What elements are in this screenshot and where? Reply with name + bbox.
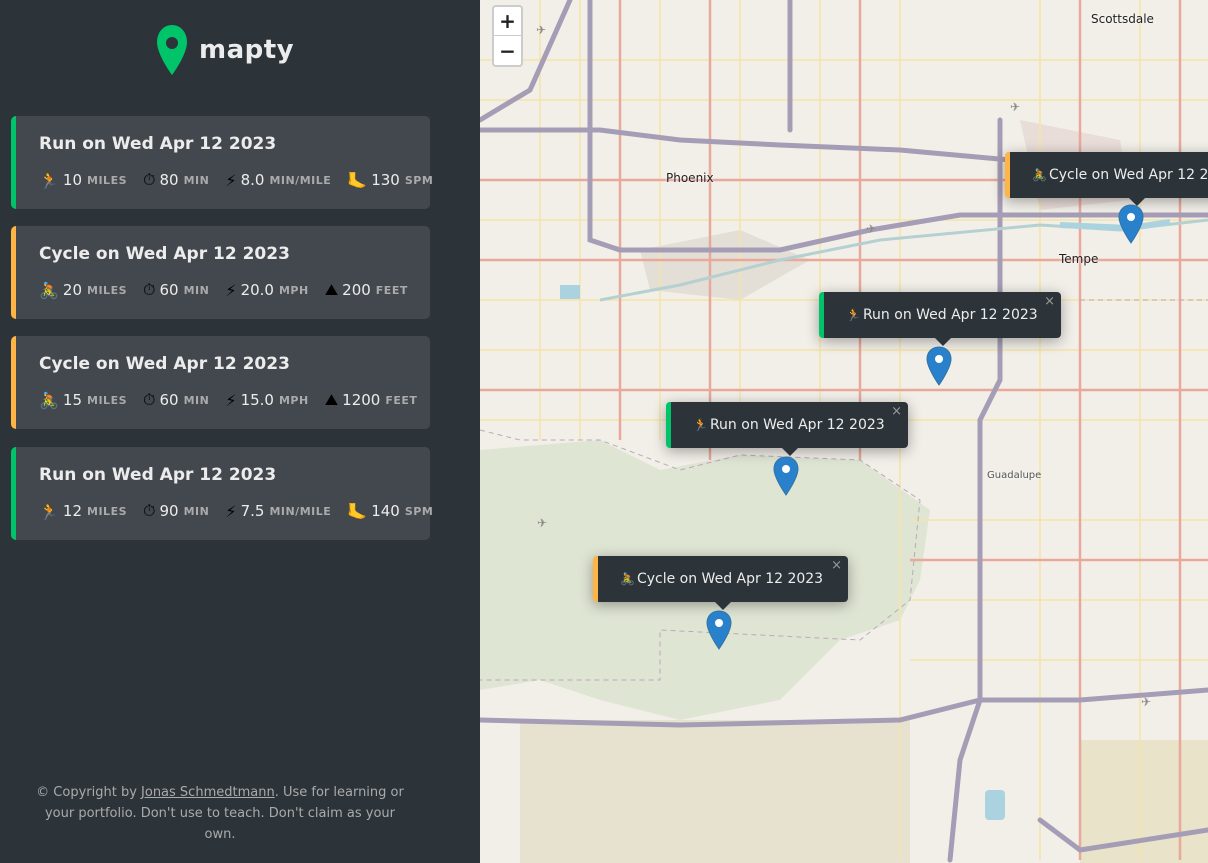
duration-value: 80 <box>159 171 179 189</box>
app-name: mapty <box>199 35 295 65</box>
distance-unit: MILES <box>87 393 128 407</box>
distance-value: 20 <box>62 281 83 299</box>
distance-unit: MILES <box>87 283 128 297</box>
runner-icon: 🏃 <box>693 418 708 432</box>
cyclist-icon: 🚴 <box>39 390 59 410</box>
map-marker-icon[interactable] <box>773 456 799 496</box>
close-popup-icon[interactable]: × <box>891 404 902 419</box>
cyclist-icon: 🚴 <box>620 572 635 586</box>
sidebar: mapty Run on Wed Apr 12 2023 🏃 10 MILES ⏱ 8… <box>0 0 480 863</box>
popup-tip <box>934 338 951 346</box>
lightning-icon: ⚡ <box>225 170 237 190</box>
svg-text:✈: ✈ <box>536 23 546 37</box>
logo: mapty <box>155 22 294 78</box>
lightning-icon: ⚡ <box>225 390 237 410</box>
workout-popup[interactable]: 🏃 Run on Wed Apr 12 2023 × <box>819 292 1061 346</box>
popup-tip <box>781 448 798 456</box>
elevation-unit: FEET <box>375 283 408 297</box>
speed-value: 20.0 <box>240 281 274 299</box>
distance-value: 12 <box>62 502 83 520</box>
workout-title: Cycle on Wed Apr 12 2023 <box>39 354 290 374</box>
workout-card[interactable]: Cycle on Wed Apr 12 2023 🚴 15 MILES ⏱ 60 MIN… <box>11 336 430 429</box>
runner-icon: 🏃 <box>39 501 59 521</box>
mountain-icon: ⛰ <box>324 390 339 409</box>
copyright: © Copyright by Jonas Schmedtmann. Use fo… <box>36 785 404 842</box>
place-label-tempe: Tempe <box>1059 252 1099 266</box>
duration-unit: MIN <box>183 173 210 187</box>
close-popup-icon[interactable]: × <box>831 558 842 573</box>
workout-title: Run on Wed Apr 12 2023 <box>39 465 277 485</box>
duration-unit: MIN <box>183 393 210 407</box>
lightning-icon: ⚡ <box>225 501 237 521</box>
speed-unit: MPH <box>278 393 309 407</box>
distance-value: 15 <box>62 391 83 409</box>
svg-text:✈: ✈ <box>1010 100 1020 114</box>
workout-popup[interactable]: 🏃 Run on Wed Apr 12 2023 × <box>666 402 908 456</box>
pace-value: 8.0 <box>240 171 265 189</box>
map-marker-icon[interactable] <box>926 346 952 386</box>
stopwatch-icon: ⏱ <box>143 280 156 299</box>
map-marker-icon[interactable] <box>706 610 732 650</box>
map[interactable]: ✈ ✈ ✈ ✈ ✈ + − Scottsdale Phoenix Tempe Gua… <box>480 0 1208 863</box>
workout-title: Cycle on Wed Apr 12 2023 <box>39 244 290 264</box>
lightning-icon: ⚡ <box>225 280 237 300</box>
elevation-value: 1200 <box>342 391 381 409</box>
author-link[interactable]: Jonas Schmedtmann <box>141 785 275 800</box>
workout-title: Run on Wed Apr 12 2023 <box>39 134 277 154</box>
stopwatch-icon: ⏱ <box>143 501 156 520</box>
popup-label: Cycle on Wed Apr 12 2023 <box>1048 167 1208 183</box>
svg-text:✈: ✈ <box>1141 695 1151 709</box>
popup-label: Run on Wed Apr 12 2023 <box>709 417 885 433</box>
zoom-in-button[interactable]: + <box>494 7 521 36</box>
runner-icon: 🏃 <box>846 308 861 322</box>
pace-unit: MIN/MILE <box>269 504 332 518</box>
runner-icon: 🏃 <box>39 170 59 190</box>
duration-unit: MIN <box>183 504 210 518</box>
zoom-out-button[interactable]: − <box>494 36 521 65</box>
popup-label: Cycle on Wed Apr 12 2023 <box>636 571 824 587</box>
distance-unit: MILES <box>87 504 128 518</box>
foot-icon: 🦶 <box>347 501 368 521</box>
workout-card[interactable]: Cycle on Wed Apr 12 2023 🚴 20 MILES ⏱ 60 MIN… <box>11 226 430 319</box>
duration-unit: MIN <box>183 283 210 297</box>
zoom-control: + − <box>492 5 523 67</box>
place-label-guadalupe: Guadalupe <box>987 470 1042 481</box>
svg-text:✈: ✈ <box>537 516 547 530</box>
pace-value: 7.5 <box>240 502 265 520</box>
distance-unit: MILES <box>87 173 128 187</box>
cadence-value: 130 <box>371 171 400 189</box>
map-marker-icon[interactable] <box>1118 204 1144 244</box>
popup-tip <box>715 602 731 610</box>
distance-value: 10 <box>62 171 83 189</box>
mountain-icon: ⛰ <box>324 280 339 299</box>
stopwatch-icon: ⏱ <box>143 170 156 189</box>
elevation-unit: FEET <box>385 393 418 407</box>
elevation-value: 200 <box>342 281 371 299</box>
pace-unit: MIN/MILE <box>269 173 332 187</box>
duration-value: 60 <box>159 391 179 409</box>
popup-label: Run on Wed Apr 12 2023 <box>862 307 1038 323</box>
place-label-phoenix: Phoenix <box>666 171 714 185</box>
cyclist-icon: 🚴 <box>1032 168 1047 182</box>
stopwatch-icon: ⏱ <box>143 390 156 409</box>
workout-card[interactable]: Run on Wed Apr 12 2023 🏃 12 MILES ⏱ 90 MIN ⚡… <box>11 447 434 540</box>
cadence-unit: SPM <box>404 504 434 518</box>
place-label-scottsdale: Scottsdale <box>1091 12 1154 26</box>
workout-popup[interactable]: 🚴Cycle on Wed Apr 12 2023 × <box>1005 152 1208 206</box>
workout-popup[interactable]: 🚴Cycle on Wed Apr 12 2023 × <box>593 556 848 610</box>
speed-value: 15.0 <box>240 391 274 409</box>
workout-card[interactable]: Run on Wed Apr 12 2023 🏃 10 MILES ⏱ 80 MIN ⚡… <box>11 116 434 209</box>
duration-value: 90 <box>159 502 179 520</box>
map-pin-logo-icon <box>157 25 187 75</box>
speed-unit: MPH <box>278 283 309 297</box>
cyclist-icon: 🚴 <box>39 280 59 300</box>
foot-icon: 🦶 <box>347 170 368 190</box>
svg-text:✈: ✈ <box>866 222 876 236</box>
cadence-value: 140 <box>371 502 400 520</box>
close-popup-icon[interactable]: × <box>1044 294 1055 309</box>
duration-value: 60 <box>159 281 179 299</box>
cadence-unit: SPM <box>404 173 434 187</box>
